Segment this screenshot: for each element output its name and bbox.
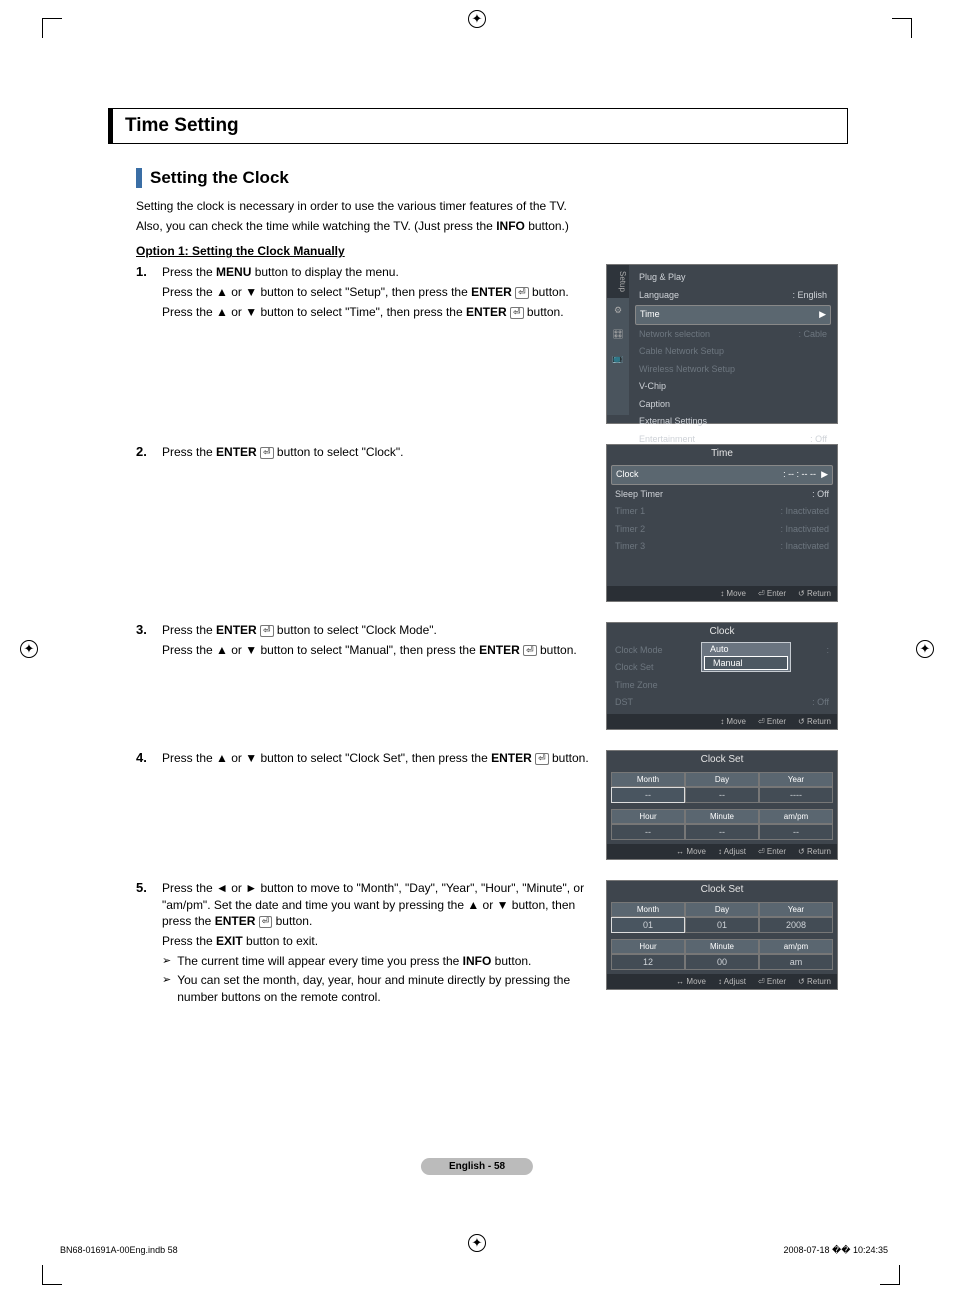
osd-clockset-values: Clock Set MonthDayYear 01012008 HourMinu… xyxy=(606,880,838,990)
tip-arrow-icon: ➢ xyxy=(162,953,171,969)
footer-filename: BN68-01691A-00Eng.indb 58 xyxy=(60,1245,178,1255)
enter-icon: ⏎ xyxy=(259,916,273,928)
enter-icon: ⏎ xyxy=(515,287,529,299)
register-mark-icon: ✦ xyxy=(468,1234,486,1252)
tv-icon: 📺 xyxy=(607,346,629,370)
chevron-right-icon: ▶ xyxy=(819,308,826,322)
step-1: 1. Press the MENU button to display the … xyxy=(136,264,848,434)
sidebar-tab-setup: Setup xyxy=(607,265,629,298)
enter-icon: ⏎ xyxy=(260,447,274,459)
control-icon: 🎛 xyxy=(607,322,629,346)
osd-clockset-blank: Clock Set MonthDayYear -------- HourMinu… xyxy=(606,750,838,860)
option-manual: Manual xyxy=(704,656,788,670)
enter-icon: ⏎ xyxy=(523,645,537,657)
osd-clock: Clock Clock Mode: Clock Set Time Zone DS… xyxy=(606,622,838,730)
osd-row-time: Time▶ xyxy=(635,305,831,325)
step-3: 3. Press the ENTER ⏎ button to select "C… xyxy=(136,622,848,740)
intro-text: Setting the clock is necessary in order … xyxy=(136,198,848,234)
step-5: 5. Press the ◄ or ► button to move to "M… xyxy=(136,880,848,1006)
option-auto: Auto xyxy=(702,643,790,655)
section-heading: Setting the Clock xyxy=(136,168,848,188)
step-2: 2. Press the ENTER ⏎ button to select "C… xyxy=(136,444,848,612)
gear-icon: ⚙ xyxy=(607,298,629,322)
page-number-badge: English - 58 xyxy=(421,1158,533,1175)
enter-icon: ⏎ xyxy=(535,753,549,765)
osd-time: Time Clock: -- : -- -- ▶ Sleep Timer: Of… xyxy=(606,444,838,602)
footer-timestamp: 2008-07-18 �� 10:24:35 xyxy=(783,1245,888,1256)
register-mark-icon: ✦ xyxy=(468,10,486,28)
step-4: 4. Press the ▲ or ▼ button to select "Cl… xyxy=(136,750,848,870)
osd-setup: Setup ⚙ 🎛 📺 Plug & Play Language: Englis… xyxy=(606,264,838,424)
register-mark-icon: ✦ xyxy=(916,640,934,658)
title-bar: Time Setting xyxy=(108,108,848,144)
option-heading: Option 1: Setting the Clock Manually xyxy=(136,244,848,258)
chevron-right-icon: ▶ xyxy=(821,469,828,479)
osd-row-clock: Clock: -- : -- -- ▶ xyxy=(611,465,833,485)
enter-icon: ⏎ xyxy=(260,625,274,637)
enter-icon: ⏎ xyxy=(510,307,524,319)
register-mark-icon: ✦ xyxy=(20,640,38,658)
tip-arrow-icon: ➢ xyxy=(162,972,171,988)
